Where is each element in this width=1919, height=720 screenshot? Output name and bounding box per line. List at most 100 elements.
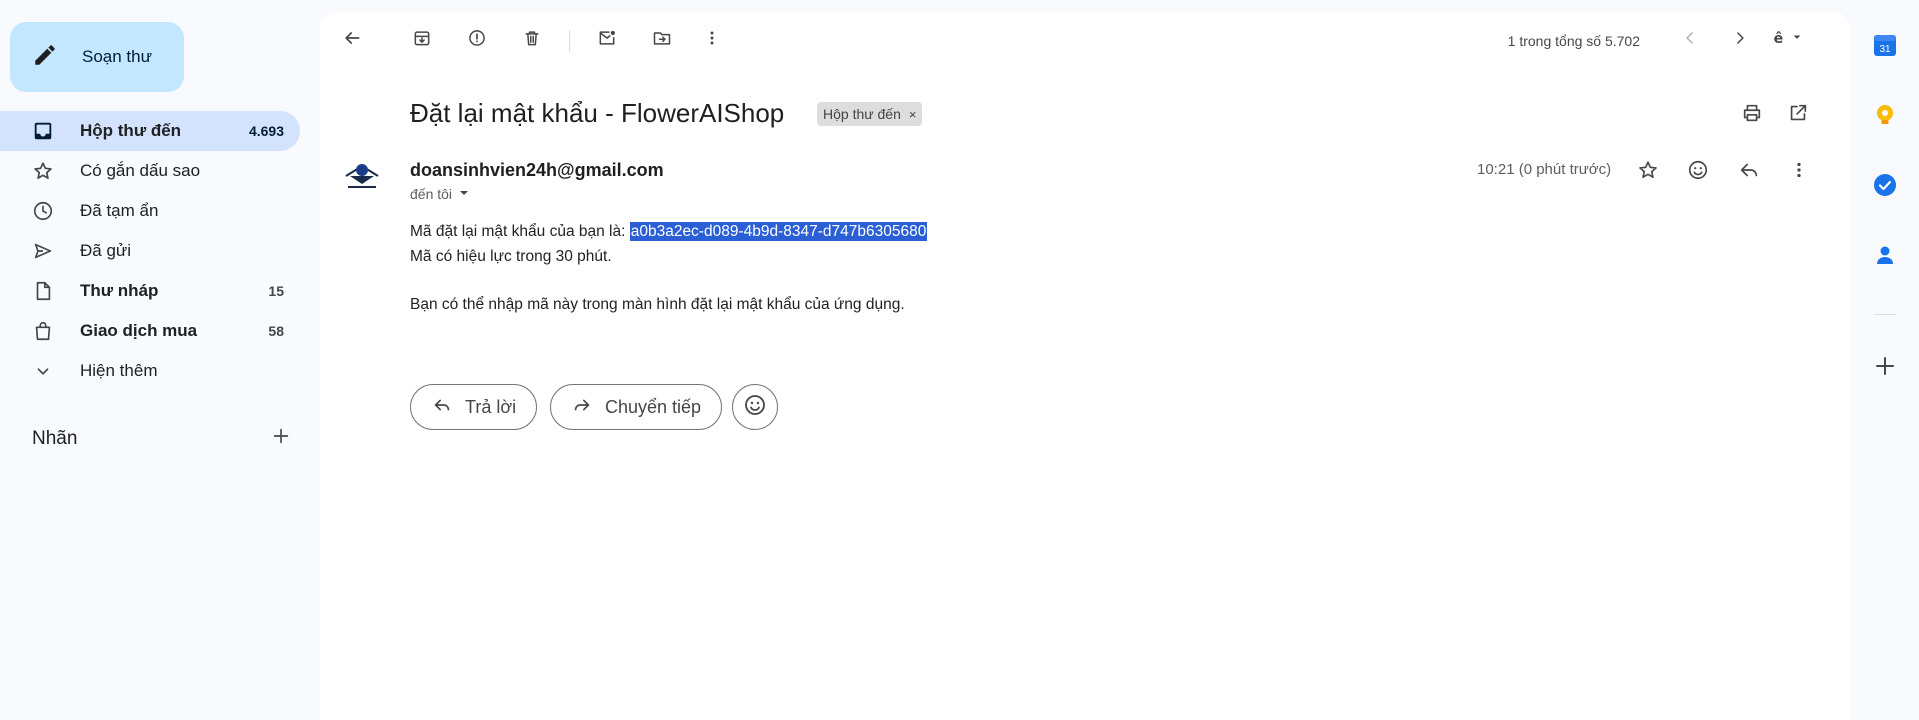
inbox-icon (32, 120, 54, 142)
delete-button[interactable] (516, 24, 548, 56)
archive-button[interactable] (406, 24, 438, 56)
folder-move-icon (652, 28, 672, 53)
back-button[interactable] (336, 24, 368, 56)
print-button[interactable] (1738, 101, 1766, 129)
plus-icon (1872, 353, 1898, 384)
sidebar-item-purchases[interactable]: Giao dịch mua 58 (0, 311, 300, 351)
mail-unread-icon (597, 28, 617, 53)
person-icon (1872, 242, 1898, 273)
sidebar-item-more[interactable]: Hiện thêm (0, 351, 300, 391)
recipient-text: đến tôi (410, 186, 453, 202)
sidebar-item-drafts[interactable]: Thư nháp 15 (0, 271, 300, 311)
compose-label: Soạn thư (82, 47, 152, 66)
chevron-down-icon (32, 360, 54, 382)
archive-icon (412, 28, 432, 53)
chevron-right-icon (1730, 28, 1750, 53)
tasks-button[interactable] (1872, 172, 1898, 203)
item-count: 58 (268, 323, 284, 339)
send-icon (32, 240, 54, 262)
arrow-left-icon (342, 28, 362, 53)
star-icon (1637, 159, 1659, 186)
draft-icon (32, 280, 54, 302)
compose-button[interactable]: Soạn thư (10, 22, 184, 92)
reply-button[interactable] (1733, 156, 1765, 188)
sidebar-item-label: Giao dịch mua (80, 321, 198, 340)
shopping-bag-icon (32, 320, 54, 342)
sender-avatar (340, 152, 384, 196)
pagination-text: 1 trong tổng số 5.702 (1507, 33, 1640, 49)
sidebar-item-sent[interactable]: Đã gửi (0, 231, 300, 271)
external-link-icon (1787, 102, 1809, 129)
reset-code[interactable]: a0b3a2ec-d089-4b9d-8347-d747b6305680 (629, 222, 928, 241)
newer-button[interactable] (1674, 24, 1706, 56)
body-line-2: Mã có hiệu lực trong 30 phút. (410, 247, 612, 265)
printer-icon (1741, 102, 1763, 129)
message-view: 1 trong tổng số 5.702 ê Đặt lại mật khẩu… (320, 12, 1850, 720)
sidebar-item-label: Hiện thêm (80, 361, 158, 380)
side-panel: 31 (1850, 0, 1919, 720)
sidebar-item-label: Thư nháp (80, 281, 159, 300)
forward-icon (571, 394, 605, 421)
more-vertical-icon (1788, 159, 1810, 186)
reply-label: Trả lời (465, 396, 517, 417)
alert-circle-icon (467, 28, 487, 53)
add-reaction-button[interactable] (1682, 156, 1714, 188)
move-to-button[interactable] (646, 24, 678, 56)
trash-icon (522, 28, 542, 53)
keep-button[interactable] (1872, 104, 1898, 130)
pencil-icon (32, 42, 58, 73)
star-icon (32, 160, 54, 182)
message-time: 10:21 (0 phút trước) (1477, 161, 1612, 178)
calendar-button[interactable]: 31 (1872, 34, 1898, 60)
toolbar-divider (569, 30, 570, 52)
sidebar-item-snoozed[interactable]: Đã tạm ẩn (0, 191, 300, 231)
open-new-window-button[interactable] (1784, 101, 1812, 129)
sidebar-item-inbox[interactable]: Hộp thư đến 4.693 (0, 111, 300, 151)
sidebar-item-label: Hộp thư đến (80, 121, 182, 140)
tasks-check-icon (1872, 172, 1898, 203)
reply-icon (431, 394, 465, 421)
get-addons-button[interactable] (1872, 355, 1898, 381)
emoji-reaction-button[interactable] (732, 384, 778, 430)
side-panel-divider (1874, 314, 1896, 315)
mark-unread-button[interactable] (591, 24, 623, 56)
inbox-label-chip: Hộp thư đến × (817, 102, 923, 126)
recipient-details[interactable]: đến tôi (410, 186, 470, 202)
body-line-3: Bạn có thể nhập mã này trong màn hình đặ… (410, 296, 905, 313)
labels-header: Nhãn (32, 425, 292, 452)
calendar-day: 31 (1879, 44, 1891, 55)
sender-email: doansinhvien24h@gmail.com (410, 160, 664, 180)
reply-pill-button[interactable]: Trả lời (410, 384, 538, 430)
body-line-1: Mã đặt lại mật khẩu của bạn là: a0b3a2ec… (410, 220, 928, 245)
star-button[interactable] (1632, 156, 1664, 188)
emoji-icon (743, 393, 767, 422)
input-tools-button[interactable]: ê (1768, 24, 1816, 56)
older-button[interactable] (1724, 24, 1756, 56)
chevron-left-icon (1680, 28, 1700, 53)
message-body: Mã đặt lại mật khẩu của bạn là: a0b3a2ec… (410, 220, 928, 318)
forward-pill-button[interactable]: Chuyển tiếp (550, 384, 723, 430)
nav-list: Hộp thư đến 4.693 Có gắn dấu sao Đã tạm … (0, 111, 300, 391)
reply-icon (1738, 159, 1760, 186)
sidebar-item-label: Có gắn dấu sao (80, 161, 201, 180)
lightbulb-icon (1872, 102, 1898, 133)
svg-text:ê: ê (1774, 31, 1784, 47)
sidebar-item-starred[interactable]: Có gắn dấu sao (0, 151, 300, 191)
report-spam-button[interactable] (461, 24, 493, 56)
more-options-button[interactable] (696, 24, 728, 56)
calendar-icon: 31 (1872, 32, 1898, 63)
body-line-1-text: Mã đặt lại mật khẩu của bạn là: (410, 223, 630, 240)
sidebar-item-label: Đã gửi (80, 241, 132, 260)
remove-label-button[interactable]: × (909, 107, 917, 122)
more-vertical-icon (702, 28, 722, 53)
unread-count: 4.693 (248, 123, 284, 139)
contacts-button[interactable] (1872, 244, 1898, 270)
clock-icon (32, 200, 54, 222)
emoji-icon (1687, 159, 1709, 186)
email-subject: Đặt lại mật khẩu - FlowerAIShop (410, 98, 785, 128)
sidebar-item-label: Đã tạm ẩn (80, 201, 159, 220)
add-label-icon[interactable] (270, 425, 292, 452)
message-more-button[interactable] (1783, 156, 1815, 188)
left-sidebar: Soạn thư Hộp thư đến 4.693 Có gắn dấu sa… (0, 0, 320, 720)
